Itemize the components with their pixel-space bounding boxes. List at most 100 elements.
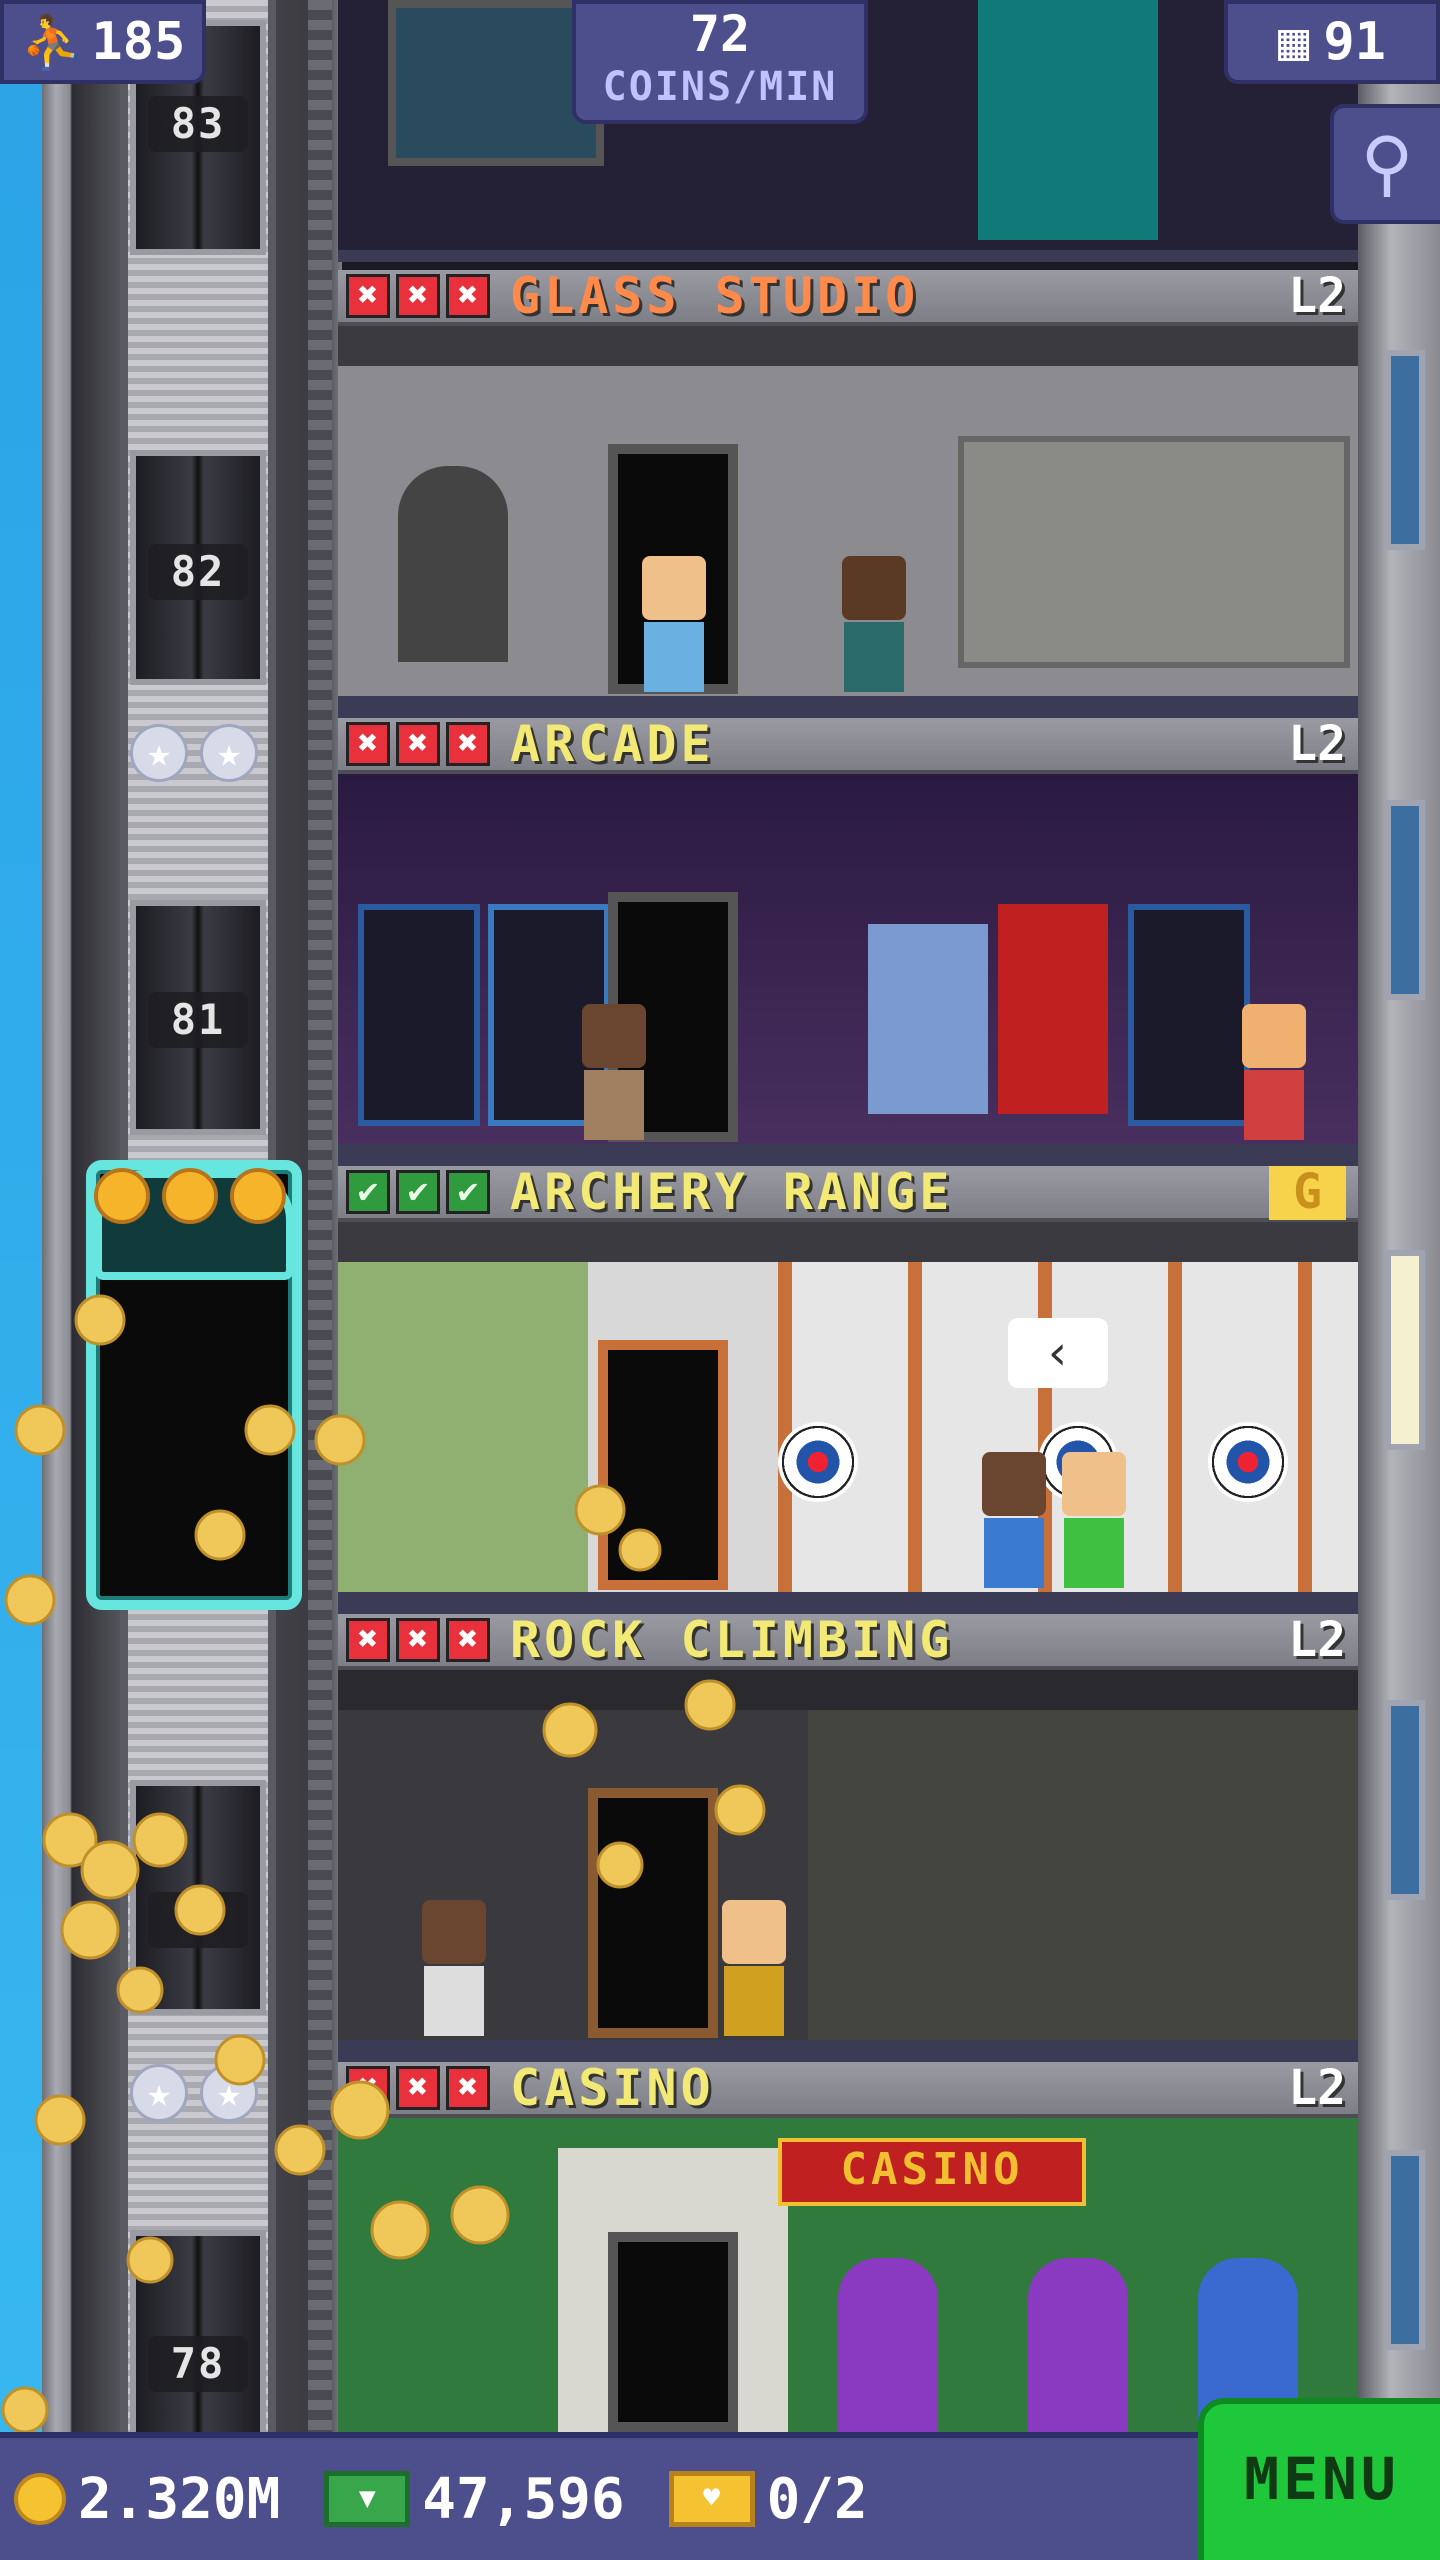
floor-glass-studio[interactable]: ✖ ✖ ✖ GLASS STUDIO L2 [338,270,1358,718]
room-door[interactable] [598,1340,728,1590]
population-counter[interactable]: ⛹ 185 [0,0,206,84]
shaft-star-pair: ★ ★ [130,724,270,784]
shaft-floor-number: 78 [148,2336,248,2392]
floor-level: L2 [1288,270,1346,324]
floor-level: L2 [1288,1614,1346,1668]
room-floor [338,696,1358,718]
room-interior [338,774,1358,1166]
bitizen[interactable] [978,1452,1050,1592]
shaft-floor-number: 81 [148,992,248,1048]
floor-banner: ✖ ✖ ✖ ARCADE L2 [338,718,1358,774]
population-value: 185 [91,12,186,72]
x-mark-icon: ✖ [346,274,390,318]
floor-name: ARCHERY RANGE [510,1166,954,1221]
floor-banner: ✔ ✔ ✔ ARCHERY RANGE G [338,1166,1358,1222]
x-mark-icon: ✖ [396,2066,440,2110]
menu-button[interactable]: MENU [1198,2398,1440,2560]
restock-marks: ✖ ✖ ✖ [346,1618,490,1662]
coin-icon [14,2473,66,2525]
floor-archery-range[interactable]: ✔ ✔ ✔ ARCHERY RANGE G ‹ [338,1166,1358,1614]
x-mark-icon: ✖ [346,1618,390,1662]
side-window [1385,350,1425,550]
bitizen[interactable] [578,1004,650,1144]
ticket-icon: ♥ [668,2471,755,2527]
speech-bubble[interactable]: ‹ [1008,1318,1108,1388]
x-mark-icon: ✖ [396,274,440,318]
check-mark-icon: ✔ [346,1170,390,1214]
restock-marks: ✖ ✖ ✖ [346,722,490,766]
bitizen[interactable] [1058,1452,1130,1592]
x-mark-icon: ✖ [346,2066,390,2110]
x-mark-icon: ✖ [446,722,490,766]
x-mark-icon: ✖ [396,1618,440,1662]
room-floor [338,2040,1358,2062]
side-window-lit [1385,1250,1425,1450]
shaft-floor-number: 82 [148,544,248,600]
x-mark-icon: ✖ [446,274,490,318]
star-icon: ★ [130,2064,188,2122]
slot-machine [838,2258,938,2432]
gold-star-icon [230,1168,286,1224]
search-button[interactable]: ⚲ [1330,104,1440,224]
side-window [1385,2150,1425,2350]
floor-name: ROCK CLIMBING [510,1614,954,1669]
person-icon: ⛹ [20,12,86,73]
magnifier-icon: ⚲ [1360,121,1414,205]
casino-sign: CASINO [778,2138,1086,2206]
room-floor [338,250,1358,262]
tickets-counter[interactable]: ♥ 0/2 [668,2467,868,2532]
archery-target [1208,1422,1288,1502]
shaft-star-pair: ★ ★ [130,2064,270,2124]
coins-counter[interactable]: 2.320M [14,2467,280,2532]
floor-arcade[interactable]: ✖ ✖ ✖ ARCADE L2 [338,718,1358,1166]
arcade-cabinet [1128,904,1250,1126]
star-icon: ★ [200,724,258,782]
shaft-floor-number: 7 [148,1892,248,1948]
restock-marks: ✖ ✖ ✖ [346,274,490,318]
restock-marks: ✖ ✖ ✖ [346,2066,490,2110]
shaft-rail [308,0,332,2480]
shaft-floor-number: 83 [148,96,248,152]
room-interior [338,1670,1358,2062]
room-interior: ‹ [338,1222,1358,1614]
room-interior: CASINO [338,2118,1358,2432]
kiln [398,466,508,662]
coin-rate-unit: COINS/MIN [602,64,838,110]
coins-value: 2.320M [78,2466,281,2532]
gold-star-icon [162,1168,218,1224]
floor-rock-climbing[interactable]: ✖ ✖ ✖ ROCK CLIMBING L2 [338,1614,1358,2062]
bitizen[interactable] [1238,1004,1310,1144]
side-window [1385,800,1425,1000]
x-mark-icon: ✖ [446,2066,490,2110]
bux-counter[interactable]: ▼ 47,596 [324,2466,625,2532]
floor-level: L2 [1288,718,1346,772]
room-door[interactable] [588,1788,718,2038]
restock-marks: ✔ ✔ ✔ [346,1170,490,1214]
bitizen[interactable] [638,556,710,696]
bux-value: 47,596 [422,2466,625,2532]
floor-casino[interactable]: ✖ ✖ ✖ CASINO L2 CASINO [338,2062,1358,2432]
coin-rate-value: 72 [689,5,751,63]
side-window [1385,1700,1425,1900]
floor-level: L2 [1288,2062,1346,2116]
room-interior [338,326,1358,718]
check-mark-icon: ✔ [446,1170,490,1214]
star-icon: ★ [130,724,188,782]
arcade-cabinet [998,904,1108,1114]
floor-level-gold: G [1269,1166,1346,1220]
archery-target [778,1422,858,1502]
floor-counter[interactable]: ▦ 91 [1224,0,1440,84]
x-mark-icon: ✖ [446,1618,490,1662]
floor-name: CASINO [510,2062,715,2117]
star-icon: ★ [200,2064,258,2122]
bitizen[interactable] [838,556,910,696]
room-door[interactable] [608,2232,738,2432]
bux-icon: ▼ [324,2471,411,2527]
bitizen[interactable] [718,1900,790,2040]
floor-banner: ✖ ✖ ✖ CASINO L2 [338,2062,1358,2118]
bitizen[interactable] [418,1900,490,2040]
x-mark-icon: ✖ [346,722,390,766]
glass-shelf [958,436,1350,668]
claw-machine [868,924,988,1114]
floor-banner: ✖ ✖ ✖ GLASS STUDIO L2 [338,270,1358,326]
